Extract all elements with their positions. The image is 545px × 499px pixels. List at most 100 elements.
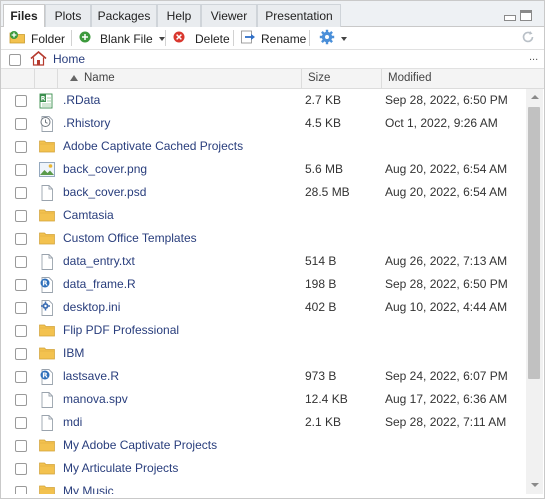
- tab-label: Viewer: [210, 9, 248, 23]
- file-row[interactable]: My Music: [1, 480, 526, 494]
- row-checkbox[interactable]: [15, 348, 27, 360]
- row-checkbox[interactable]: [15, 95, 27, 107]
- file-name-link[interactable]: mdi: [63, 415, 82, 429]
- row-checkbox[interactable]: [15, 256, 27, 268]
- file-name-link[interactable]: Flip PDF Professional: [63, 323, 179, 337]
- row-checkbox[interactable]: [15, 302, 27, 314]
- scrollbar-thumb[interactable]: [528, 107, 540, 379]
- more-actions-button[interactable]: [319, 27, 347, 50]
- file-name-link[interactable]: lastsave.R: [63, 369, 119, 383]
- row-checkbox[interactable]: [15, 164, 27, 176]
- row-checkbox[interactable]: [15, 417, 27, 429]
- delete-icon: [173, 31, 185, 46]
- r-script-icon: R: [39, 277, 55, 293]
- file-name-link[interactable]: Camtasia: [63, 208, 114, 222]
- tab-presentation[interactable]: Presentation: [257, 4, 341, 27]
- file-name-link[interactable]: .RData: [63, 93, 100, 107]
- maximize-pane-button[interactable]: [520, 10, 532, 21]
- row-checkbox[interactable]: [15, 325, 27, 337]
- row-checkbox[interactable]: [15, 463, 27, 475]
- file-modified: Aug 10, 2022, 4:44 AM: [385, 300, 508, 314]
- file-row[interactable]: back_cover.png 5.6 MB Aug 20, 2022, 6:54 A…: [1, 158, 526, 181]
- file-name-link[interactable]: manova.spv: [63, 392, 128, 406]
- home-icon[interactable]: [30, 50, 47, 69]
- file-name-link[interactable]: Custom Office Templates: [63, 231, 197, 245]
- svg-text:R: R: [41, 96, 46, 103]
- file-row[interactable]: Adobe Captivate Cached Projects: [1, 135, 526, 158]
- folder-icon: [39, 231, 55, 246]
- column-header-size[interactable]: Size: [308, 69, 330, 88]
- tab-label: Packages: [97, 9, 151, 23]
- delete-button[interactable]: Delete: [173, 27, 230, 50]
- file-list: R .RData 2.7 KB Sep 28, 2022, 6:50 PM .Rhist…: [1, 89, 526, 494]
- rename-button[interactable]: Rename: [241, 27, 306, 50]
- file-name-link[interactable]: My Articulate Projects: [63, 461, 178, 475]
- file-row[interactable]: My Adobe Captivate Projects: [1, 434, 526, 457]
- row-checkbox[interactable]: [15, 486, 27, 494]
- row-checkbox[interactable]: [15, 187, 27, 199]
- file-row[interactable]: back_cover.psd 28.5 MB Aug 20, 2022, 6:54 …: [1, 181, 526, 204]
- select-all-checkbox[interactable]: [9, 54, 21, 66]
- file-row[interactable]: R .RData 2.7 KB Sep 28, 2022, 6:50 PM: [1, 89, 526, 112]
- refresh-button[interactable]: [521, 27, 535, 50]
- row-checkbox[interactable]: [15, 210, 27, 222]
- file-name-link[interactable]: IBM: [63, 346, 84, 360]
- go-to-directory-button[interactable]: ...: [529, 51, 538, 63]
- file-row[interactable]: data_entry.txt 514 B Aug 26, 2022, 7:13 AM: [1, 250, 526, 273]
- tab-plots[interactable]: Plots: [45, 4, 91, 27]
- image-icon: [39, 162, 55, 177]
- scroll-up-arrow-icon[interactable]: [531, 95, 539, 99]
- row-checkbox[interactable]: [15, 279, 27, 291]
- column-divider: [57, 69, 58, 88]
- file-row[interactable]: desktop.ini 402 B Aug 10, 2022, 4:44 AM: [1, 296, 526, 319]
- file-size: 12.4 KB: [305, 392, 348, 406]
- file-icon: [39, 415, 55, 431]
- breadcrumb-home[interactable]: Home: [53, 52, 85, 66]
- file-row[interactable]: Custom Office Templates: [1, 227, 526, 250]
- tab-help[interactable]: Help: [157, 4, 201, 27]
- file-name-link[interactable]: .Rhistory: [63, 116, 110, 130]
- file-name-link[interactable]: data_entry.txt: [63, 254, 135, 268]
- file-row[interactable]: My Articulate Projects: [1, 457, 526, 480]
- file-name-link[interactable]: Adobe Captivate Cached Projects: [63, 139, 243, 153]
- row-checkbox[interactable]: [15, 440, 27, 452]
- row-checkbox[interactable]: [15, 394, 27, 406]
- vertical-scrollbar[interactable]: [526, 89, 543, 494]
- column-header-modified[interactable]: Modified: [388, 69, 431, 88]
- chevron-down-icon: [341, 36, 347, 41]
- blank-file-label: Blank File: [100, 31, 153, 46]
- file-row[interactable]: Camtasia: [1, 204, 526, 227]
- file-size: 4.5 KB: [305, 116, 342, 130]
- file-row[interactable]: Rlastsave.R 973 B Sep 24, 2022, 6:07 PM: [1, 365, 526, 388]
- row-checkbox[interactable]: [15, 141, 27, 153]
- file-row[interactable]: IBM: [1, 342, 526, 365]
- file-row[interactable]: manova.spv 12.4 KB Aug 17, 2022, 6:36 AM: [1, 388, 526, 411]
- file-row[interactable]: .Rhistory 4.5 KB Oct 1, 2022, 9:26 AM: [1, 112, 526, 135]
- tab-files[interactable]: Files: [3, 4, 45, 28]
- file-name-link[interactable]: data_frame.R: [63, 277, 136, 291]
- blank-file-button[interactable]: Blank File: [79, 27, 165, 50]
- scroll-down-arrow-icon[interactable]: [531, 483, 539, 487]
- new-folder-button[interactable]: Folder: [9, 27, 65, 50]
- row-checkbox[interactable]: [15, 371, 27, 383]
- tab-viewer[interactable]: Viewer: [201, 4, 257, 27]
- file-name-link[interactable]: desktop.ini: [63, 300, 120, 314]
- file-name-link[interactable]: back_cover.psd: [63, 185, 146, 199]
- minimize-pane-button[interactable]: [504, 15, 516, 21]
- file-row[interactable]: mdi 2.1 KB Sep 28, 2022, 7:11 AM: [1, 411, 526, 434]
- file-size: 198 B: [305, 277, 337, 291]
- file-row[interactable]: Rdata_frame.R 198 B Sep 28, 2022, 6:50 PM: [1, 273, 526, 296]
- column-header-name[interactable]: Name: [84, 69, 115, 88]
- delete-label: Delete: [195, 31, 230, 46]
- svg-text:R: R: [42, 372, 48, 380]
- tab-packages[interactable]: Packages: [91, 4, 157, 27]
- files-pane: Files Plots Packages Help Viewer Present…: [0, 0, 545, 499]
- row-checkbox[interactable]: [15, 233, 27, 245]
- rdata-icon: R: [39, 93, 55, 109]
- file-name-link[interactable]: back_cover.png: [63, 162, 147, 176]
- file-name-link[interactable]: My Music: [63, 484, 114, 494]
- row-checkbox[interactable]: [15, 118, 27, 130]
- file-name-link[interactable]: My Adobe Captivate Projects: [63, 438, 217, 452]
- file-row[interactable]: Flip PDF Professional: [1, 319, 526, 342]
- new-folder-icon: [9, 30, 29, 47]
